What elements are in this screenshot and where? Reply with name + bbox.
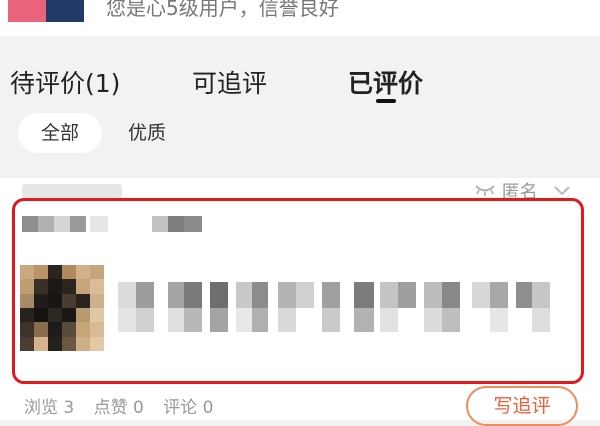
blurred-shop-name	[22, 184, 122, 198]
review-tabs-area: 待评价(1) 可追评 已评价 全部 优质	[0, 48, 600, 178]
active-tab-indicator	[376, 99, 396, 103]
likes-count: 点赞 0	[93, 398, 144, 418]
views-count: 浏览 3	[24, 398, 75, 418]
member-header: 您是心5级用户，信誉良好	[0, 0, 600, 36]
tab-follow-up-review[interactable]: 可追评	[192, 64, 267, 100]
tab-pending-review[interactable]: 待评价(1)	[10, 64, 120, 100]
filter-quality-chip[interactable]: 优质	[112, 113, 182, 153]
write-follow-up-button[interactable]: 写追评	[466, 386, 578, 426]
tab-reviewed[interactable]: 已评价	[348, 64, 423, 100]
user-avatar[interactable]	[8, 0, 84, 22]
filter-all-chip[interactable]: 全部	[18, 113, 102, 153]
highlight-box	[12, 198, 584, 384]
member-status-text: 您是心5级用户，信誉良好	[106, 0, 339, 20]
comments-count: 评论 0	[163, 398, 214, 418]
anonymous-toggle[interactable]: 匿名	[474, 178, 571, 203]
review-stats: 浏览 3 点赞 0 评论 0	[24, 393, 228, 418]
